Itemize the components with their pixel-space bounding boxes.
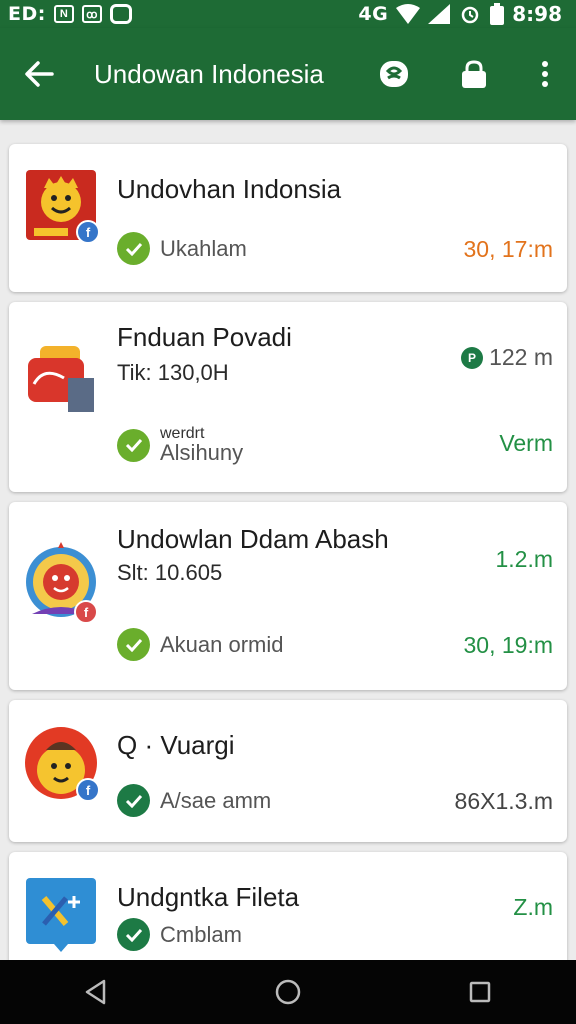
item-title: Undgntka Fileta [117, 882, 300, 912]
back-triangle-icon [85, 979, 106, 1005]
app-avatar [24, 344, 98, 418]
facebook-badge: f [74, 600, 98, 624]
item-status: Cmblam [117, 918, 242, 951]
notification-icon-photo: ꝏ [81, 5, 102, 23]
battery-icon [490, 3, 505, 25]
network-type: 4G [358, 3, 389, 25]
rating-icon: P [461, 346, 484, 369]
wifi-icon [396, 4, 421, 24]
facebook-badge: f [76, 778, 100, 802]
back-button[interactable] [0, 28, 78, 120]
status-label: Akuan ormid [160, 631, 284, 657]
signal-icon [428, 4, 451, 24]
status-bar: ED: N ꝏ 4G 8:98 [0, 0, 576, 28]
item-value: 86X1.3.m [454, 788, 553, 814]
recents-square-icon [469, 981, 491, 1003]
check-icon [117, 918, 150, 951]
item-distance: 1.2.m [495, 546, 553, 572]
app-bar: Undowan Indonesia [0, 28, 576, 120]
clock: 8:98 [512, 2, 562, 26]
status-label: Cmblam [160, 921, 242, 947]
item-value: Verm [499, 430, 553, 456]
status-right: 4G 8:98 [358, 2, 562, 26]
alarm-icon [462, 6, 479, 24]
status-left-text: ED: [8, 3, 46, 25]
facebook-badge: f [76, 220, 100, 244]
item-subtitle: Tik: 130,0H [117, 360, 229, 385]
check-icon [117, 628, 150, 661]
item-status: Akuan ormid [117, 628, 284, 661]
system-nav-bar [0, 960, 576, 1024]
nav-home-button[interactable] [248, 960, 328, 1024]
app-avatar: f [24, 542, 98, 624]
more-options-button[interactable] [514, 28, 576, 120]
item-title: Q · Vuargi [117, 730, 235, 760]
item-status: Ukahlam [117, 232, 247, 265]
page-title: Undowan Indonesia [94, 58, 324, 89]
item-rating: P 122 m [461, 344, 553, 371]
list-item[interactable]: f Undowlan Ddam Abash Slt: 10.605 1.2.m … [9, 502, 567, 690]
notification-icon-n: N [53, 5, 74, 23]
lock-button[interactable] [434, 28, 514, 120]
item-value: 30, 17:m [463, 236, 554, 262]
nav-back-button[interactable] [56, 960, 136, 1024]
list-item[interactable]: f Q · Vuargi A/sae amm 86X1.3.m [9, 700, 567, 842]
nav-recents-button[interactable] [440, 960, 520, 1024]
app-avatar: f [24, 168, 100, 244]
item-status: werdrt Alsihuny [117, 426, 243, 464]
item-title: Fnduan Povadi [117, 322, 292, 352]
app-avatar [24, 876, 98, 952]
item-subtitle: Slt: 10.605 [117, 560, 223, 585]
translate-button[interactable] [354, 28, 434, 120]
list-item[interactable]: Fnduan Povadi Tik: 130,0H P 122 m werdrt… [9, 302, 567, 492]
back-arrow-icon [25, 61, 54, 87]
item-title: Undovhan Indonsia [117, 174, 342, 204]
bag-icon [28, 346, 94, 412]
status-label: Alsihuny [160, 440, 244, 465]
check-icon [117, 232, 150, 265]
item-status: A/sae amm [117, 784, 271, 817]
message-icon [109, 4, 132, 24]
more-vert-icon [542, 61, 548, 87]
list-item[interactable]: f Undovhan Indonsia Ukahlam 30, 17:m [9, 144, 567, 292]
check-icon [117, 428, 150, 462]
status-label: Ukahlam [160, 235, 247, 261]
translate-icon [380, 61, 408, 87]
status-label: A/sae amm [160, 787, 272, 813]
item-value: Z.m [513, 894, 553, 920]
lock-icon [462, 60, 486, 88]
check-icon [117, 784, 150, 817]
status-left: ED: N ꝏ [8, 3, 132, 25]
item-title: Undowlan Ddam Abash [117, 524, 389, 554]
home-circle-icon [275, 979, 301, 1005]
app-avatar: f [24, 726, 100, 802]
item-value: 30, 19:m [463, 632, 554, 658]
rating-value: 122 m [489, 344, 553, 370]
tools-app-icon [26, 878, 96, 952]
